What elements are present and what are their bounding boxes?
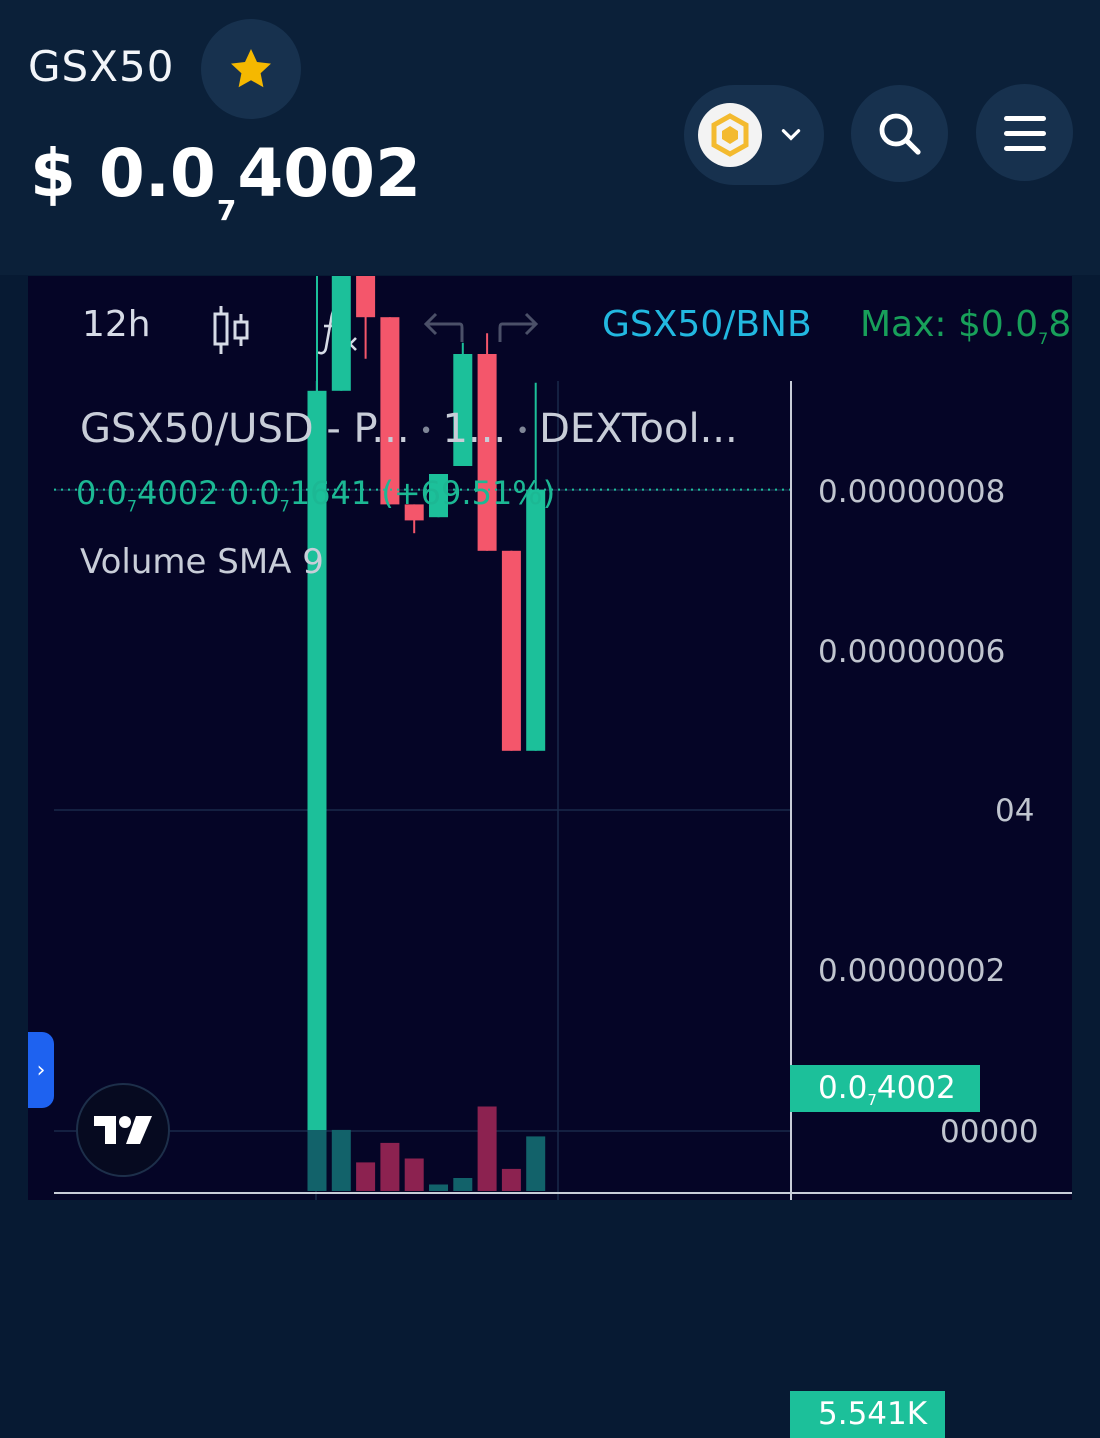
search-icon: [879, 113, 921, 155]
ohlc-values: 0.074002 0.071641 (+69.51%): [76, 474, 556, 516]
volume-bar: [331, 1129, 351, 1191]
menu-button[interactable]: [976, 84, 1073, 181]
y-axis-label: 00000: [940, 1114, 1039, 1150]
volume-bar: [380, 1142, 400, 1191]
favorite-button[interactable]: [201, 19, 301, 119]
chain-selector[interactable]: [684, 85, 824, 185]
candle-body: [477, 354, 497, 551]
y-axis-label: 0.00000006: [818, 634, 1005, 670]
volume-bar: [526, 1136, 546, 1191]
volume-bar: [429, 1184, 448, 1191]
volume-bar: [404, 1158, 424, 1191]
bnb-chain-icon: [698, 103, 762, 167]
volume-bar: [477, 1106, 497, 1191]
token-header: GSX50 $ 0.074002: [0, 0, 1100, 275]
y-axis-label: 04: [995, 793, 1034, 829]
chart-panel: 12h GSX50/BNB Max: $0.0783 0.000000080.0…: [28, 276, 1072, 1438]
chart-title: GSX50/USD - P... • 1... • DEXTool...: [80, 406, 738, 452]
volume-bar: [307, 1126, 327, 1191]
chevron-right-icon: ›: [36, 1057, 46, 1083]
y-axis-label: 0.00000002: [818, 953, 1005, 989]
volume-indicator-label: Volume SMA 9: [80, 542, 324, 582]
search-button[interactable]: [851, 85, 948, 182]
star-icon: [231, 49, 271, 88]
last-price-tag: 0.074002: [790, 1065, 980, 1112]
token-price: $ 0.074002: [30, 135, 422, 227]
sidebar-toggle[interactable]: ›: [28, 1032, 54, 1108]
volume-bar: [501, 1168, 521, 1191]
chevron-down-icon: [781, 129, 801, 141]
candle-body: [501, 550, 521, 751]
token-name: GSX50: [28, 42, 175, 91]
volume-tag: 5.541K: [790, 1391, 945, 1438]
menu-icon: [1003, 115, 1046, 151]
y-axis-label: 0.00000008: [818, 474, 1005, 510]
tradingview-icon: [94, 1116, 152, 1144]
candle-body: [526, 489, 546, 751]
volume-bar: [453, 1178, 473, 1191]
candle-body: [331, 276, 351, 391]
candle-body: [356, 276, 376, 318]
volume-bar: [356, 1162, 376, 1191]
tradingview-logo[interactable]: [76, 1083, 170, 1177]
